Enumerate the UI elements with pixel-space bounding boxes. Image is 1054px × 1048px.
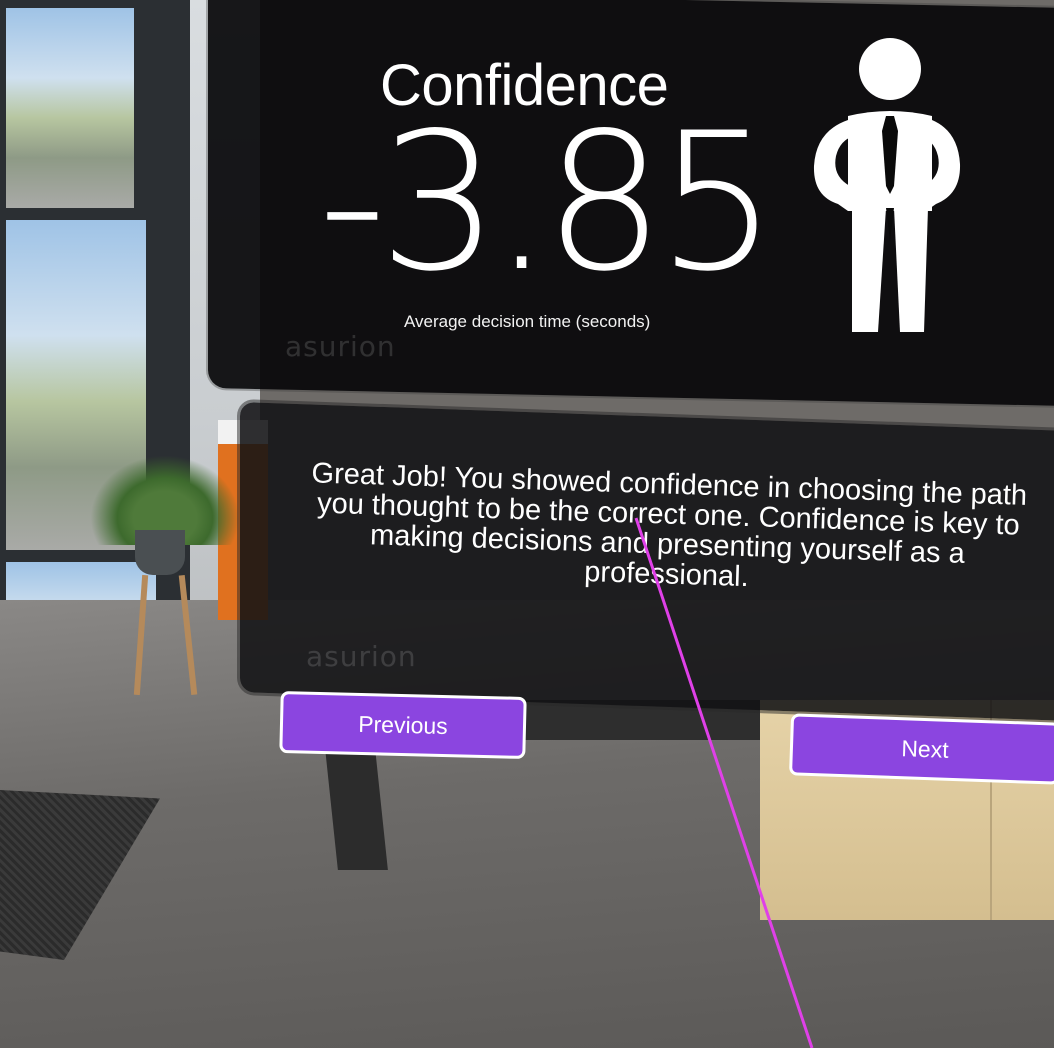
previous-button[interactable]: Previous [279, 691, 527, 759]
confident-person-icon [813, 38, 961, 332]
result-value: -3.85 [318, 92, 778, 313]
feedback-text: Great Job! You showed confidence in choo… [311, 457, 1028, 594]
result-caption: Average decision time (seconds) [404, 312, 651, 331]
logo-watermark: asurion [285, 330, 396, 363]
logo-watermark: asurion [306, 640, 417, 673]
window-pane [6, 8, 134, 208]
plant-pot [135, 530, 185, 575]
next-button[interactable]: Next [789, 713, 1054, 785]
